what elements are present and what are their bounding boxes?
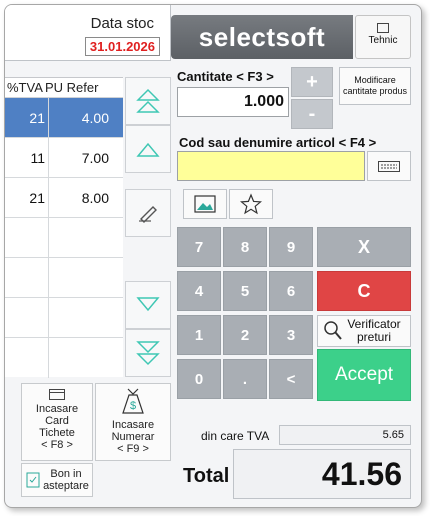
table-row[interactable]: 21 8.00 [5,178,123,218]
quantity-field[interactable]: 1.000 [177,87,289,117]
image-button[interactable] [183,189,227,219]
stock-date-label: Data stoc [90,15,154,32]
quantity-plus-button[interactable]: + [291,67,333,97]
image-icon [194,195,216,213]
key-8[interactable]: 8 [223,227,267,267]
pencil-icon [139,206,157,223]
double-chevron-up-icon [136,88,160,113]
money-bag-icon: $ [122,388,144,414]
scroll-down-button[interactable] [125,281,171,329]
stock-date-value: 31.01.2026 [84,37,160,56]
key-4[interactable]: 4 [177,271,221,311]
scroll-up-button[interactable] [125,125,171,173]
col-pu-header: PU Refer [45,80,99,95]
star-icon [240,193,262,215]
clear-button[interactable]: C [317,271,411,311]
cell-pu: 8.00 [81,190,109,206]
total-value: 41.56 [233,449,411,499]
key-7[interactable]: 7 [177,227,221,267]
key-2[interactable]: 2 [223,315,267,355]
pay-cash-line1: Incasare [111,419,155,431]
tva-label: din care TVA [201,429,270,443]
price-check-button[interactable]: Verificator preturi [317,315,411,347]
cell-tva: 21 [5,178,49,217]
price-check-label: Verificator preturi [347,317,401,344]
table-row[interactable] [5,258,123,298]
key-9[interactable]: 9 [269,227,313,267]
pay-cash-line3: < F9 > [117,443,149,455]
chevron-down-icon [136,297,160,312]
magnifier-icon [324,321,342,340]
cell-tva: 11 [5,138,49,177]
pay-card-line1: Incasare [35,403,79,415]
window-icon [377,23,389,33]
pending-receipt-button[interactable]: Bon in asteptare [21,463,93,497]
pay-cash-button[interactable]: $ Incasare Numerar < F9 > [95,383,171,461]
product-table: %TVA PU Refer 21 4.00 11 7.00 21 8.00 [5,77,123,378]
key-backspace[interactable]: < [269,359,313,399]
keyboard-button[interactable] [367,151,411,181]
keyboard-icon [378,161,400,172]
pos-window: Data stoc 31.01.2026 selectsoft Tehnic %… [4,4,422,508]
total-label: Total [183,465,230,487]
stock-date-panel: Data stoc 31.01.2026 [5,5,171,61]
accept-button[interactable]: Accept [317,349,411,401]
article-label: Cod sau denumire articol < F4 > [179,135,377,150]
pay-card-tickets-button[interactable]: Incasare Card Tichete < F8 > [21,383,93,461]
cell-tva: 21 [5,98,49,137]
receipt-icon [26,472,40,488]
tehnic-button[interactable]: Tehnic [355,15,411,59]
article-input[interactable] [177,151,365,181]
key-1[interactable]: 1 [177,315,221,355]
cell-pu: 7.00 [81,150,109,166]
svg-text:$: $ [130,400,136,412]
chevron-up-icon [136,142,160,157]
tehnic-label: Tehnic [368,35,398,46]
key-5[interactable]: 5 [223,271,267,311]
modify-quantity-button[interactable]: Modificare cantitate produs [339,67,411,105]
table-row[interactable]: 21 4.00 [5,98,123,138]
pay-card-line2: Card [45,415,69,427]
quantity-minus-button[interactable]: - [291,99,333,129]
edit-line-button[interactable] [125,189,171,237]
table-row[interactable]: 11 7.00 [5,138,123,178]
quantity-label: Cantitate < F3 > [177,69,274,84]
table-header: %TVA PU Refer [5,78,123,98]
pay-card-line4: < F8 > [41,439,73,451]
selectsoft-logo: selectsoft [171,15,353,59]
table-row[interactable] [5,298,123,338]
pending-line1: Bon in [50,468,82,480]
scroll-last-button[interactable] [125,329,171,377]
scroll-first-button[interactable] [125,77,171,125]
pay-cash-line2: Numerar [111,431,155,443]
key-decimal[interactable]: . [223,359,267,399]
pending-line2: asteptare [43,480,89,492]
tva-value: 5.65 [279,425,411,445]
table-row[interactable] [5,338,123,378]
scroll-controls [125,77,171,377]
card-icon [49,389,65,400]
pay-card-line3: Tichete [39,427,75,439]
key-0[interactable]: 0 [177,359,221,399]
table-row[interactable] [5,218,123,258]
key-6[interactable]: 6 [269,271,313,311]
col-tva-header: %TVA [7,80,43,95]
clear-all-button[interactable]: X [317,227,411,267]
favorites-button[interactable] [229,189,273,219]
cell-pu: 4.00 [81,110,109,126]
double-chevron-down-icon [136,341,160,366]
key-3[interactable]: 3 [269,315,313,355]
numeric-keypad: 7 8 9 4 5 6 1 2 3 0 . < X C Verificator … [177,227,411,401]
